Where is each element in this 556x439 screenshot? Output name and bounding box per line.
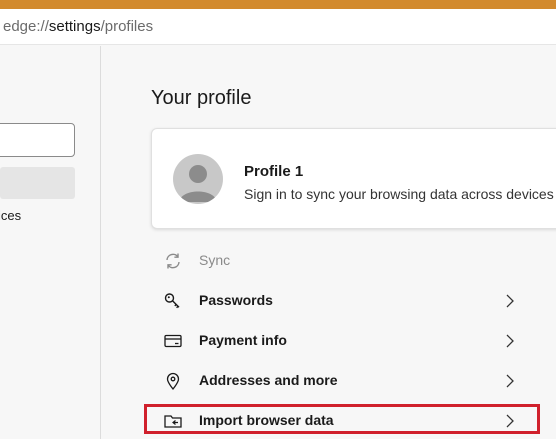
chevron-right-icon xyxy=(506,334,514,348)
settings-search-input[interactable] xyxy=(0,123,75,157)
page-title: Your profile xyxy=(151,87,252,109)
chevron-right-icon xyxy=(506,374,514,388)
highlight-box xyxy=(144,404,540,434)
menu-item-passwords[interactable]: Passwords xyxy=(151,283,541,319)
person-avatar-icon xyxy=(179,165,217,202)
address-bar[interactable]: edge://settings/profiles xyxy=(0,9,556,45)
key-icon xyxy=(164,293,180,309)
menu-item-label: Passwords xyxy=(199,292,273,308)
url-path: /profiles xyxy=(100,18,154,35)
profile-subtitle: Sign in to sync your browsing data acros… xyxy=(244,186,554,202)
menu-item-payment-info[interactable]: Payment info xyxy=(151,323,541,359)
menu-item-label: Addresses and more xyxy=(199,372,338,388)
location-pin-icon xyxy=(166,372,180,391)
sidebar-item-label[interactable]: ices xyxy=(0,208,21,223)
profile-card[interactable]: Profile 1 Sign in to sync your browsing … xyxy=(151,128,556,229)
browser-top-strip xyxy=(0,0,556,9)
url-text[interactable]: edge://settings/profiles xyxy=(0,18,153,35)
menu-item-addresses[interactable]: Addresses and more xyxy=(151,363,541,399)
menu-item-sync: Sync xyxy=(151,243,541,279)
sync-icon xyxy=(166,253,180,269)
credit-card-icon xyxy=(164,334,182,348)
menu-item-label: Payment info xyxy=(199,332,287,348)
url-prefix: edge:// xyxy=(3,18,49,35)
sidebar-item-profiles-active[interactable] xyxy=(0,167,75,199)
profile-name: Profile 1 xyxy=(244,163,304,180)
settings-sidebar: ices xyxy=(0,46,101,439)
menu-item-label: Sync xyxy=(199,252,231,268)
chevron-right-icon xyxy=(506,294,514,308)
settings-main: Your profile Profile 1 Sign in to sync y… xyxy=(102,46,556,439)
avatar xyxy=(173,154,223,204)
url-host: settings xyxy=(48,18,101,35)
